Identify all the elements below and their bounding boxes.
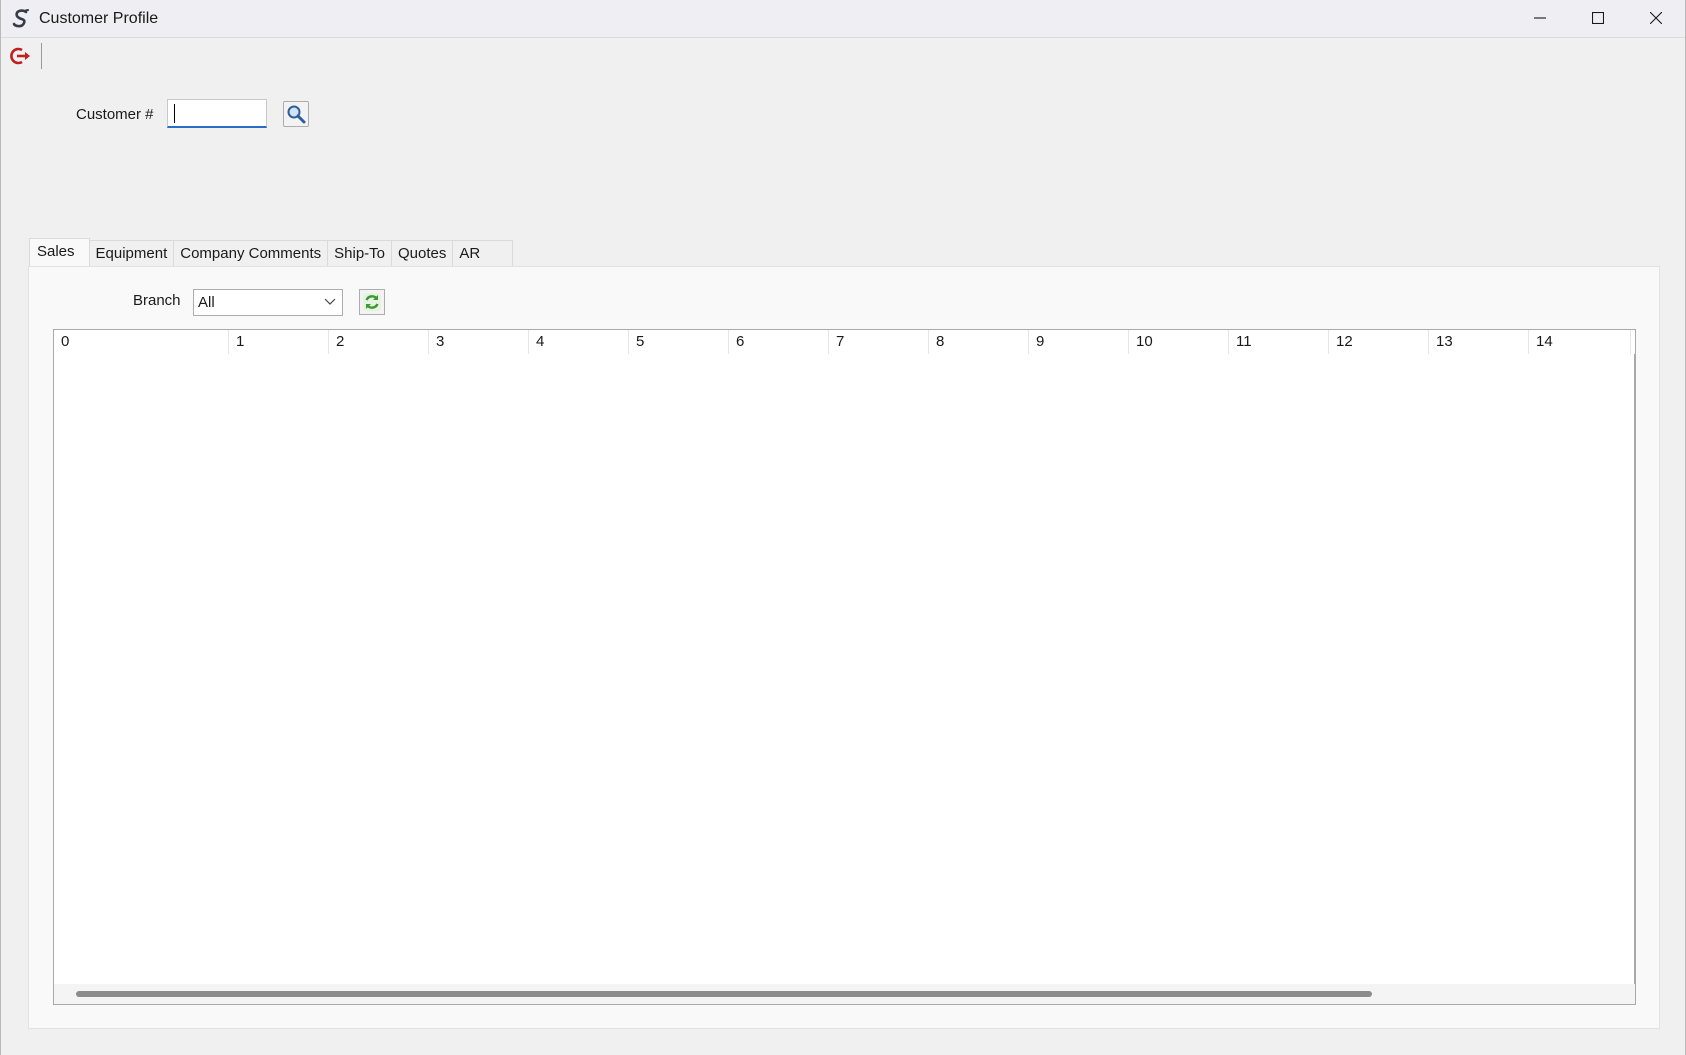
customer-profile-window: Customer Profile Customer # Sales Equipm… (0, 0, 1686, 1055)
column-header[interactable]: 9 (1029, 330, 1129, 354)
customer-number-input[interactable] (167, 99, 267, 128)
sales-grid[interactable]: 0 1 2 3 4 5 6 7 8 9 10 11 12 13 14 (53, 329, 1636, 1005)
column-header[interactable]: 2 (329, 330, 429, 354)
column-header[interactable]: 11 (1229, 330, 1329, 354)
column-header[interactable]: 8 (929, 330, 1029, 354)
minimize-icon (1534, 17, 1546, 19)
branch-select[interactable]: All (193, 289, 343, 316)
column-header[interactable]: 3 (429, 330, 529, 354)
title-bar[interactable]: Customer Profile (1, 0, 1685, 38)
refresh-button[interactable] (359, 289, 385, 315)
tab-company-comments[interactable]: Company Comments (174, 240, 329, 266)
tab-sales[interactable]: Sales (29, 238, 90, 266)
tab-ship-to[interactable]: Ship-To (328, 240, 392, 266)
column-header[interactable]: 12 (1329, 330, 1429, 354)
maximize-icon (1592, 12, 1604, 24)
tab-equipment[interactable]: Equipment (89, 240, 175, 266)
column-header[interactable]: 14 (1529, 330, 1631, 354)
tab-bar: Sales Equipment Company Comments Ship-To… (29, 238, 514, 266)
refresh-icon (363, 293, 381, 311)
exit-button[interactable] (9, 44, 33, 68)
column-header[interactable]: 6 (729, 330, 829, 354)
horizontal-scrollbar-thumb[interactable] (76, 991, 1372, 997)
s-logo-icon (11, 8, 31, 29)
branch-selected-value: All (198, 294, 215, 311)
customer-search-button[interactable] (283, 101, 309, 127)
grid-header: 0 1 2 3 4 5 6 7 8 9 10 11 12 13 14 (54, 330, 1635, 354)
tab-quotes[interactable]: Quotes (392, 240, 454, 266)
minimize-button[interactable] (1511, 0, 1569, 36)
text-caret (174, 104, 175, 123)
column-header[interactable]: 13 (1429, 330, 1529, 354)
close-icon (1650, 12, 1662, 24)
column-header[interactable]: 1 (229, 330, 329, 354)
tab-ar[interactable]: AR (453, 240, 514, 266)
horizontal-scrollbar[interactable] (54, 984, 1635, 1004)
chevron-down-icon (324, 298, 336, 305)
window-title: Customer Profile (39, 9, 159, 27)
column-header[interactable]: 4 (529, 330, 629, 354)
branch-label: Branch (133, 292, 181, 309)
customer-number-label: Customer # (76, 106, 154, 123)
toolbar (1, 38, 1685, 74)
close-button[interactable] (1627, 0, 1685, 36)
window-controls (1511, 0, 1685, 38)
column-header[interactable]: 0 (54, 330, 229, 354)
grid-right-border (1634, 354, 1635, 986)
column-header[interactable]: 7 (829, 330, 929, 354)
column-header[interactable]: 5 (629, 330, 729, 354)
toolbar-separator (41, 43, 42, 69)
maximize-button[interactable] (1569, 0, 1627, 36)
magnifier-icon (287, 105, 306, 124)
exit-icon (10, 47, 30, 65)
column-header[interactable]: 10 (1129, 330, 1229, 354)
